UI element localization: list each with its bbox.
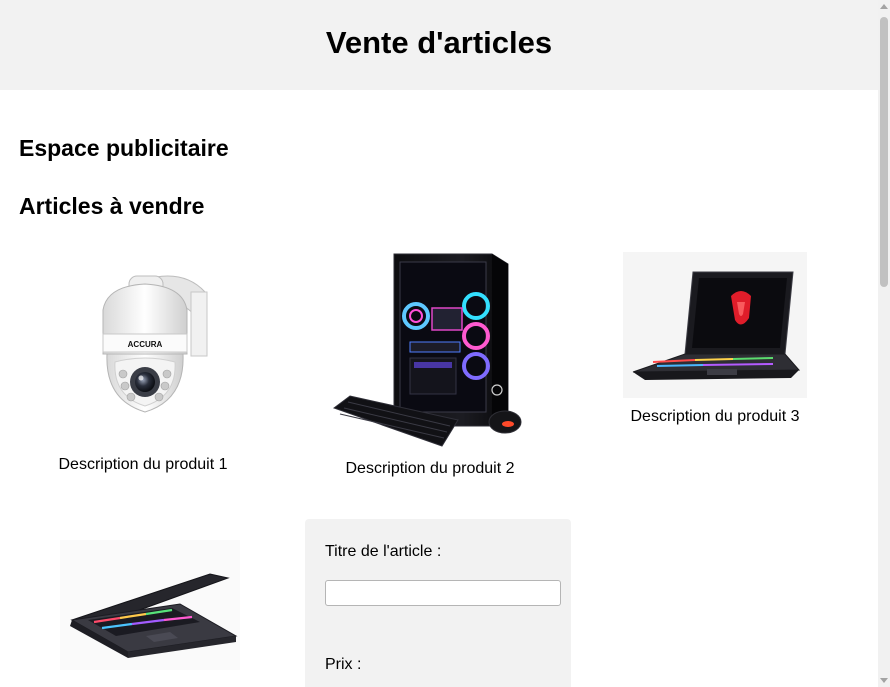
product-card-1[interactable]: ACCURA Description du produit 1 — [45, 262, 241, 474]
product-card-4[interactable] — [60, 540, 240, 670]
sell-form: Titre de l'article : Prix : — [305, 519, 571, 687]
product-description-1: Description du produit 1 — [58, 456, 228, 473]
scroll-up-arrow-icon[interactable] — [880, 4, 888, 9]
laptop-icon[interactable] — [60, 540, 240, 670]
page-title: Vente d'articles — [325, 25, 553, 60]
title-label: Titre de l'article : — [325, 543, 442, 560]
scroll-thumb[interactable] — [880, 17, 888, 287]
gaming-desktop-icon[interactable] — [330, 250, 530, 448]
title-input[interactable] — [325, 580, 561, 606]
page: Vente d'articles Espace publicitaire Art… — [0, 0, 878, 687]
product-card-2[interactable]: Description du produit 2 — [330, 250, 530, 478]
vertical-scrollbar[interactable] — [878, 0, 890, 687]
product-description-3: Description du produit 3 — [630, 408, 800, 425]
scroll-down-arrow-icon[interactable] — [880, 678, 888, 683]
camera-brand-text: ACCURA — [128, 340, 163, 349]
laptop-icon[interactable] — [623, 252, 807, 398]
site-header: Vente d'articles — [0, 0, 878, 90]
product-card-3[interactable]: Description du produit 3 — [617, 252, 813, 426]
security-camera-icon[interactable]: ACCURA — [73, 262, 213, 434]
product-description-2: Description du produit 2 — [345, 460, 515, 477]
articles-title: Articles à vendre — [19, 193, 205, 219]
price-label: Prix : — [325, 656, 362, 673]
ad-space-title: Espace publicitaire — [19, 135, 229, 161]
